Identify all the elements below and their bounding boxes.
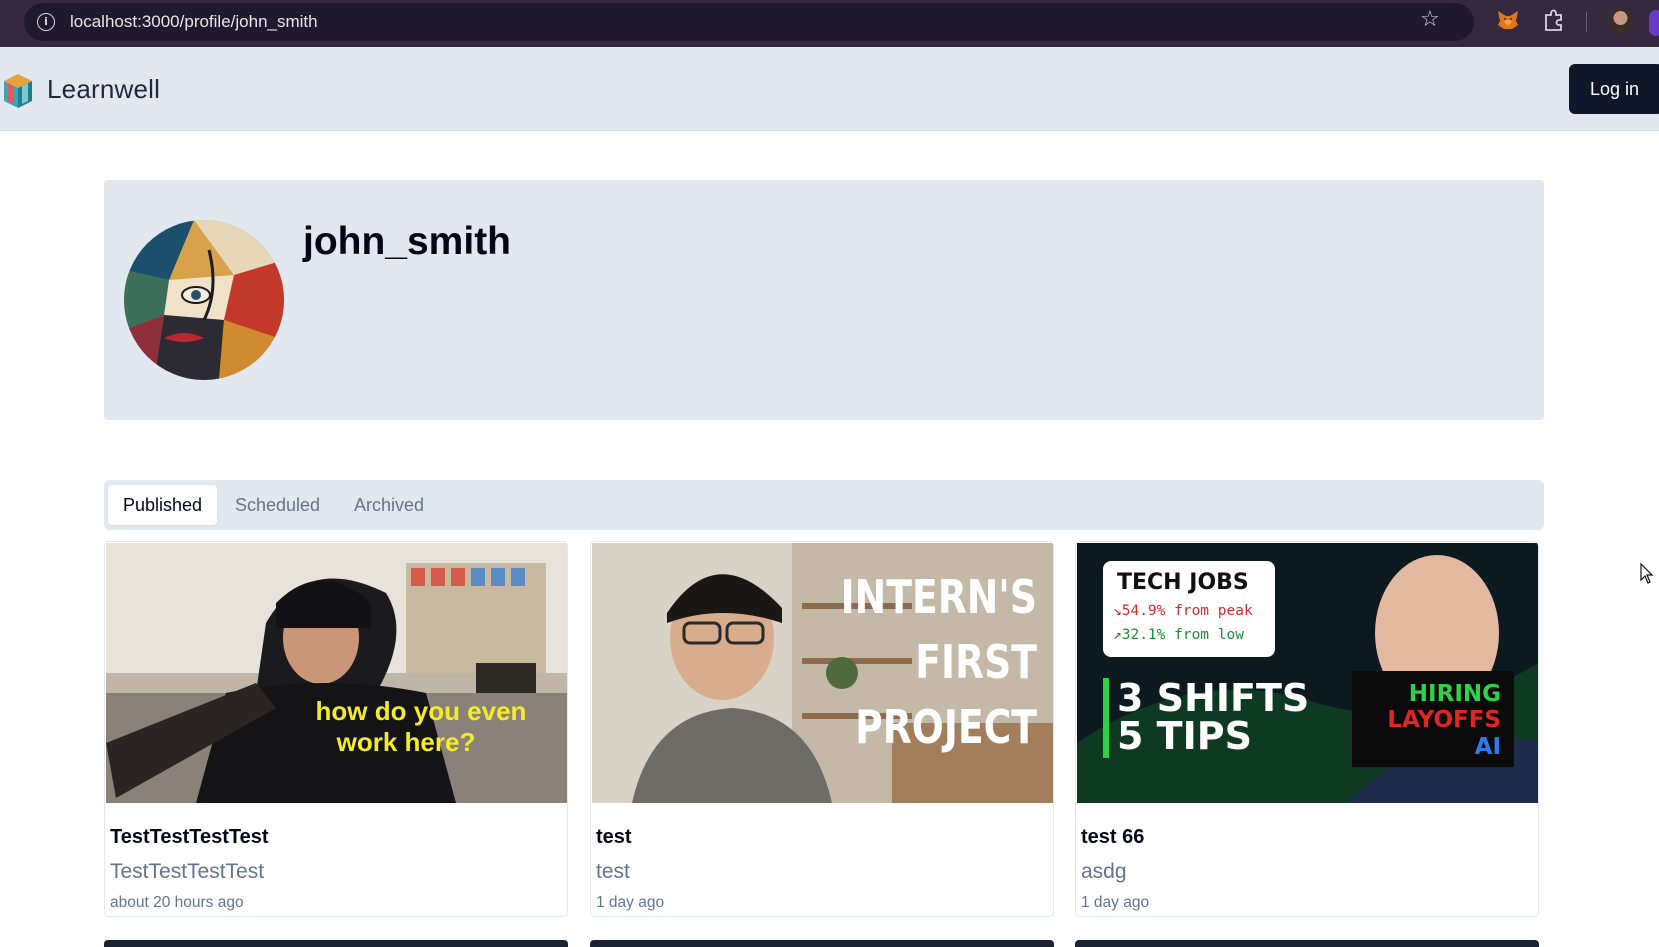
post-thumbnail[interactable]: how do you even work here? [106,543,567,803]
info-icon[interactable]: i [37,13,55,31]
post-timestamp: about 20 hours ago [110,894,244,911]
post-card[interactable]: TECH JOBS ↘54.9% from peak ↗32.1% from l… [1075,541,1539,917]
thumb-badge-line1: HIRING [1409,681,1501,707]
tab-scheduled[interactable]: Scheduled [220,485,335,525]
post-tabs: Published Scheduled Archived [104,480,1544,530]
url-text[interactable]: localhost:3000/profile/john_smith [70,12,318,32]
post-card[interactable]: how do you even work here? TestTestTestT… [104,541,568,917]
post-card-partial[interactable] [590,940,1054,947]
tab-archived[interactable]: Archived [339,485,439,525]
post-subtitle: TestTestTestTest [110,860,265,883]
profile-avatar-icon[interactable] [1608,8,1633,33]
address-bar[interactable]: i localhost:3000/profile/john_smith [24,3,1474,41]
side-panel-tab[interactable] [1649,10,1659,36]
post-card-partial[interactable] [1075,940,1539,947]
mouse-cursor-icon [1640,563,1654,584]
logo-text[interactable]: Learnwell [47,74,160,105]
thumb-title-line1: INTERN'S [841,570,1037,624]
profile-username: john_smith [303,220,512,263]
thumb-box-line2: ↗32.1% from low [1113,627,1244,643]
profile-card: john_smith [104,180,1544,420]
tab-published[interactable]: Published [108,485,218,525]
post-subtitle: asdg [1081,860,1127,883]
browser-toolbar: i localhost:3000/profile/john_smith ☆ [0,0,1659,47]
metamask-fox-icon[interactable] [1497,10,1519,30]
post-thumbnail[interactable]: TECH JOBS ↘54.9% from peak ↗32.1% from l… [1077,543,1538,803]
thumb-caption-line2: work here? [336,727,476,757]
avatar [124,220,284,380]
extensions-icon[interactable] [1543,8,1565,32]
post-subtitle: test [596,860,630,883]
post-title[interactable]: test 66 [1081,826,1144,849]
thumb-box-line1: ↘54.9% from peak [1113,603,1253,619]
thumb-badge-line2: LAYOFFS [1387,707,1501,733]
post-title[interactable]: TestTestTestTest [110,826,269,849]
post-card[interactable]: INTERN'S FIRST PROJECT test test 1 day a… [590,541,1054,917]
thumb-box-title: TECH JOBS [1117,570,1249,595]
star-icon[interactable]: ☆ [1420,7,1440,32]
post-timestamp: 1 day ago [596,894,665,911]
toolbar-separator [1586,12,1587,32]
app-header: Learnwell Log in [0,47,1659,131]
learnwell-logo-icon[interactable] [2,72,34,110]
post-thumbnail[interactable]: INTERN'S FIRST PROJECT [592,543,1053,803]
post-timestamp: 1 day ago [1081,894,1150,911]
thumb-badge-line3: AI [1475,734,1501,760]
post-card-partial[interactable] [104,940,568,947]
login-button[interactable]: Log in [1569,64,1659,114]
thumb-big-line2: 5 TIPS [1117,714,1252,758]
thumb-title-line2: FIRST [915,635,1037,689]
thumb-title-line3: PROJECT [855,700,1037,754]
post-title[interactable]: test [596,826,632,849]
thumb-caption-line1: how do you even [316,696,527,726]
